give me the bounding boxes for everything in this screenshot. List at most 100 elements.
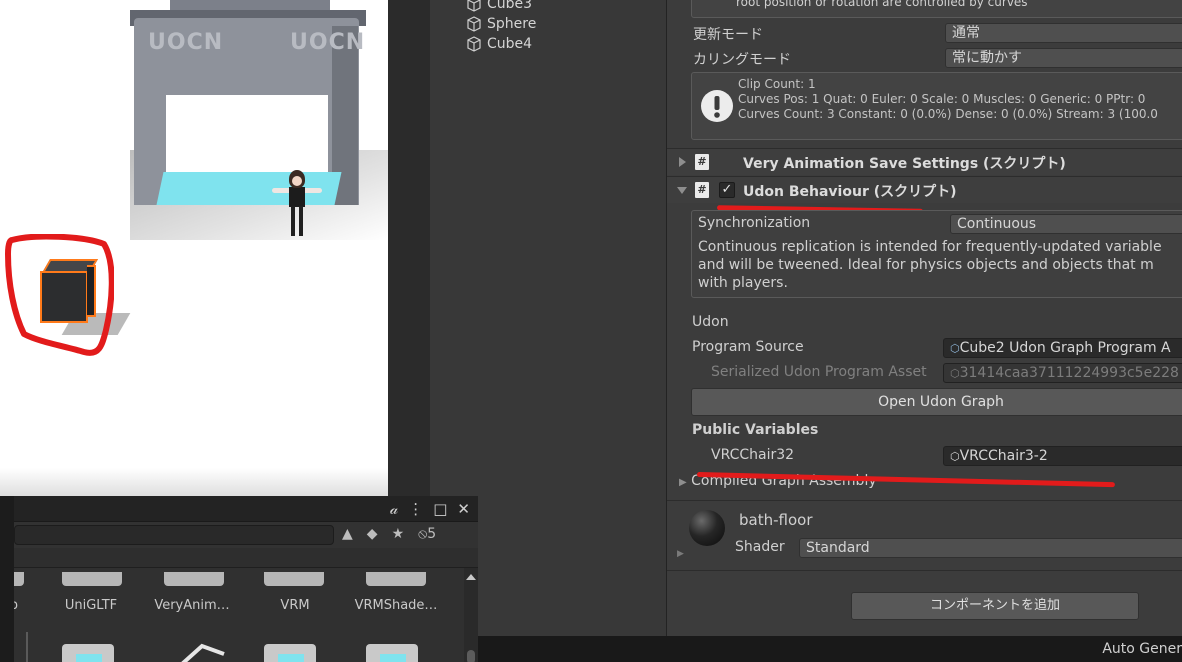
folder-label[interactable]: VeryAnim… (142, 598, 242, 613)
folder-icon (366, 572, 426, 586)
folder-label[interactable]: UniGLTF (41, 598, 141, 613)
material-name: bath-floor (739, 511, 813, 529)
material-section[interactable]: bath-floor Shader Standard ▶ (667, 500, 1182, 570)
folder-badge (380, 654, 406, 662)
project-search-input[interactable] (14, 525, 334, 545)
public-variable-field[interactable]: ⬡VRCChair3-2 (943, 446, 1182, 466)
scene-view-gutter (388, 0, 430, 496)
hierarchy-item-cube4[interactable]: Cube4 (466, 34, 532, 54)
cube-icon (467, 36, 481, 52)
public-variable-name: VRCChair32 (711, 447, 795, 463)
close-icon[interactable]: ✕ (457, 500, 470, 518)
animator-note-text: root position or rotation are controlled… (736, 0, 1028, 9)
synchronization-box: Synchronization Continuous Continuous re… (691, 210, 1182, 298)
curves-pos-text: Curves Pos: 1 Quat: 0 Euler: 0 Scale: 0 … (738, 92, 1146, 106)
status-text: Auto Gener (1102, 641, 1182, 657)
folder-icon (62, 572, 122, 586)
shader-label: Shader (735, 539, 785, 555)
cube-icon (467, 16, 481, 32)
udon-behaviour-component-header[interactable]: # ✓ Udon Behaviour (スクリプト) (667, 176, 1182, 203)
animator-note-box: root position or rotation are controlled… (691, 0, 1182, 18)
maximize-icon[interactable]: □ (433, 500, 447, 518)
serialized-asset-icon: ⬡ (950, 367, 960, 380)
project-breadcrumb (14, 548, 478, 568)
synchronization-label: Synchronization (698, 215, 811, 231)
update-mode-dropdown[interactable]: 通常 (945, 23, 1182, 43)
gate-logo-left: UOCN (148, 30, 224, 55)
folder-badge (76, 654, 102, 662)
folder-icon (164, 572, 224, 586)
scroll-up-arrow-icon[interactable] (466, 574, 476, 580)
favorite-star-icon[interactable]: ★ (392, 526, 405, 542)
component-title: Udon Behaviour (スクリプト) (743, 184, 957, 200)
unity-logo-icon (181, 643, 225, 662)
project-scrollbar[interactable] (464, 568, 478, 662)
serialized-asset-value: 31414caa37111224993c5e228 (959, 365, 1179, 381)
scroll-thumb[interactable] (467, 650, 475, 662)
avatar-legs (291, 206, 303, 236)
red-annotation-circle (5, 234, 114, 356)
hierarchy-item-cube3[interactable]: Cube3 (466, 0, 532, 14)
script-icon: # (695, 182, 709, 198)
scene-view[interactable]: UOCN UOCN (0, 0, 388, 496)
hierarchy-item-label: Sphere (487, 16, 537, 32)
window-controls: 𝒶 ⋮ □ ✕ (390, 500, 470, 518)
public-variable-value: VRCChair3-2 (959, 448, 1048, 464)
program-source-field[interactable]: ⬡Cube2 Udon Graph Program A (943, 338, 1182, 358)
shader-dropdown[interactable]: Standard (799, 538, 1182, 558)
warning-info-icon (701, 90, 733, 122)
hierarchy-item-sphere[interactable]: Sphere (466, 14, 536, 34)
very-animation-component-header[interactable]: # Very Animation Save Settings (スクリプト) (667, 148, 1182, 175)
foldout-arrow-icon[interactable] (677, 187, 687, 194)
foldout-arrow-icon: ▶ (679, 477, 687, 488)
lock-icon[interactable]: 𝒶 (390, 500, 398, 518)
hidden-packages-icon[interactable]: ⦸5 (418, 526, 436, 542)
project-asset-grid[interactable]: rp UniGLTF VeryAnim… VRM VRMShade… (14, 568, 464, 662)
add-component-button[interactable]: コンポーネントを追加 (851, 592, 1139, 620)
program-source-label: Program Source (692, 339, 804, 355)
sync-help-line-2: and will be tweened. Ideal for physics o… (698, 257, 1154, 273)
sync-help-line-3: with players. (698, 275, 788, 291)
avatar-face (292, 176, 302, 186)
bath-gate-model[interactable]: UOCN UOCN (130, 0, 366, 205)
avatar-model[interactable] (272, 168, 322, 238)
gameobject-icon: ⬡ (950, 450, 960, 463)
foldout-arrow-icon[interactable]: ▶ (677, 549, 684, 559)
enabled-checkbox[interactable]: ✓ (719, 182, 735, 198)
folder-icon (264, 572, 324, 586)
more-menu-icon[interactable]: ⋮ (408, 500, 423, 518)
clip-info-box: Clip Count: 1 Curves Pos: 1 Quat: 0 Eule… (691, 72, 1182, 140)
hierarchy-item-label: Cube3 (487, 0, 533, 12)
script-icon: # (695, 154, 709, 170)
project-toolbar: ▲ ◆ ★ ⦸5 (14, 522, 478, 548)
folder-label[interactable]: VRM (245, 598, 345, 613)
add-component-area: コンポーネントを追加 (667, 570, 1182, 636)
public-variables-label: Public Variables (692, 422, 819, 438)
filter-by-label-icon[interactable]: ◆ (367, 526, 378, 542)
culling-mode-dropdown[interactable]: 常に動かす (945, 48, 1182, 68)
avatar-torso (289, 187, 305, 207)
open-udon-graph-button[interactable]: Open Udon Graph (691, 388, 1182, 416)
folder-badge (278, 654, 304, 662)
folder-label[interactable]: VRMShade… (346, 598, 446, 613)
project-tabbar: 𝒶 ⋮ □ ✕ (14, 496, 478, 522)
hidden-packages-count: 5 (427, 526, 437, 542)
scene-horizon (0, 468, 388, 496)
material-preview-sphere (689, 510, 725, 546)
cube-icon (467, 0, 481, 12)
culling-mode-label: カリングモード (693, 52, 791, 68)
filter-by-type-icon[interactable]: ▲ (342, 526, 353, 542)
udon-section-label: Udon (692, 314, 729, 330)
foldout-arrow-icon[interactable] (679, 157, 686, 167)
inspector-panel[interactable]: root position or rotation are controlled… (666, 0, 1182, 636)
folder-label[interactable]: rp (14, 598, 18, 613)
status-bar: Auto Gener (478, 636, 1182, 662)
udon-asset-icon: ⬡ (950, 342, 960, 355)
project-panel[interactable]: 𝒶 ⋮ □ ✕ ▲ ◆ ★ ⦸5 rp UniGLTF VeryAnim… VR… (14, 496, 478, 662)
synchronization-dropdown[interactable]: Continuous (950, 214, 1182, 234)
folder-icon (14, 572, 24, 586)
project-tool-icons: ▲ ◆ ★ ⦸5 (342, 526, 436, 542)
component-title: Very Animation Save Settings (スクリプト) (743, 156, 1066, 172)
sync-help-line-1: Continuous replication is intended for f… (698, 239, 1162, 255)
serialized-asset-field: ⬡31414caa37111224993c5e228 (943, 363, 1182, 383)
